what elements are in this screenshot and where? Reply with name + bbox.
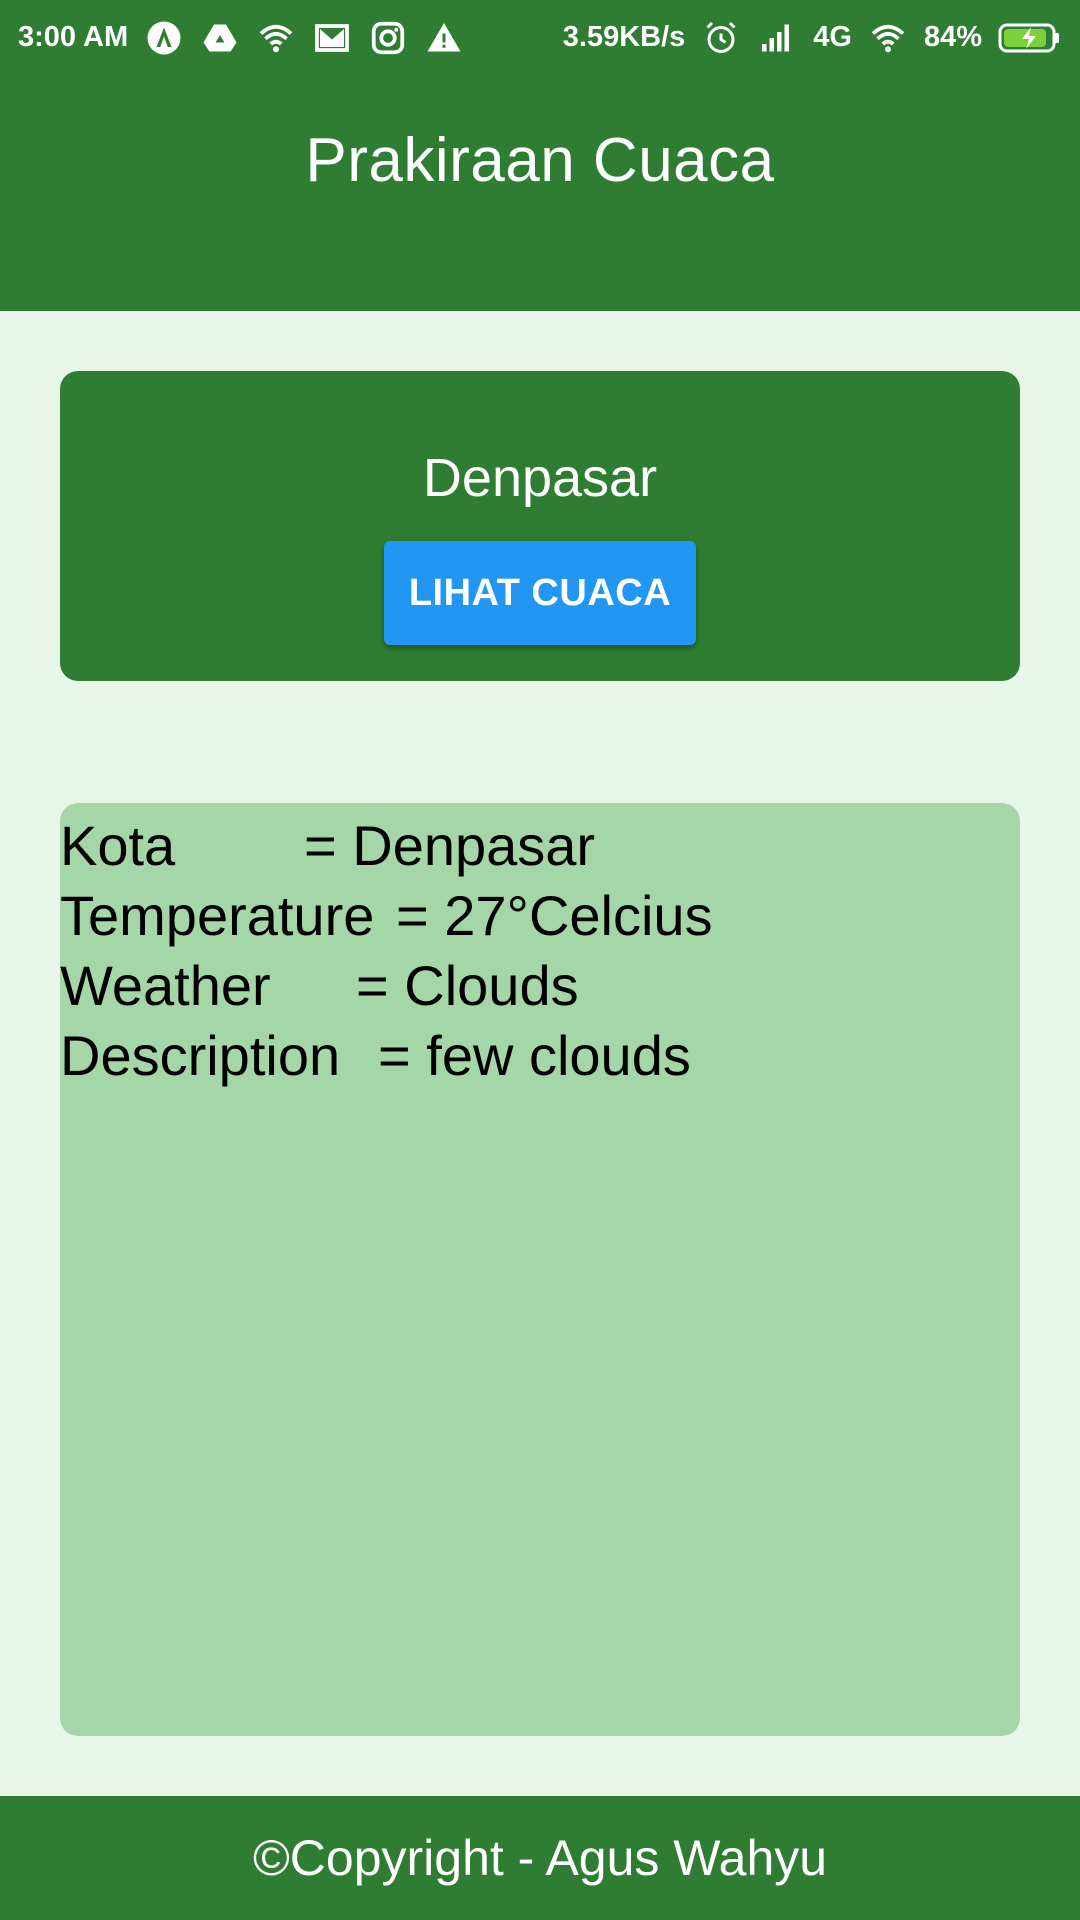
city-name: Denpasar bbox=[422, 448, 658, 508]
status-bar-right: 3.59KB/s 4G 84% bbox=[563, 18, 1062, 58]
drive-icon bbox=[200, 18, 240, 58]
row-label: Description bbox=[60, 1024, 341, 1087]
battery-icon bbox=[998, 22, 1062, 54]
copyright-text: ©Copyright - Agus Wahyu bbox=[252, 1830, 828, 1886]
weather-row-kota: Kota = Denpasar bbox=[60, 811, 1020, 881]
row-label: Temperature bbox=[60, 884, 375, 947]
row-value: Denpasar bbox=[352, 814, 596, 877]
status-time: 3:00 AM bbox=[18, 21, 129, 53]
weather-row-temperature: Temperature = 27°Celcius bbox=[60, 881, 1020, 951]
weather-row-weather: Weather = Clouds bbox=[60, 951, 1020, 1021]
warning-icon bbox=[424, 18, 464, 58]
app-bar: Prakiraan Cuaca bbox=[0, 75, 1080, 311]
app-icon bbox=[144, 18, 184, 58]
row-value: 27°Celcius bbox=[444, 884, 713, 947]
network-type: 4G bbox=[813, 21, 852, 53]
footer: ©Copyright - Agus Wahyu bbox=[0, 1796, 1080, 1920]
alarm-icon bbox=[701, 18, 741, 58]
equals-sign: = bbox=[304, 814, 353, 877]
equals-sign: = bbox=[396, 884, 445, 947]
equals-sign: = bbox=[356, 954, 405, 1017]
row-value: Clouds bbox=[404, 954, 579, 1017]
row-label: Kota bbox=[60, 814, 176, 877]
battery-percent: 84% bbox=[923, 21, 982, 53]
wifi-icon bbox=[868, 18, 908, 58]
city-card: Denpasar LIHAT CUACA bbox=[60, 371, 1020, 681]
instagram-icon bbox=[368, 18, 408, 58]
status-bar: 3:00 AM 3.59KB/s 4G 84% bbox=[0, 0, 1080, 75]
weather-row-description: Description = few clouds bbox=[60, 1021, 1020, 1091]
page-title: Prakiraan Cuaca bbox=[305, 126, 775, 195]
signal-icon bbox=[757, 18, 797, 58]
gmail-icon bbox=[312, 18, 352, 58]
wifi-link-icon bbox=[256, 18, 296, 58]
row-label: Weather bbox=[60, 954, 271, 1017]
row-value: few clouds bbox=[426, 1024, 691, 1087]
weather-result-panel: Kota = Denpasar Temperature = 27°Celcius W… bbox=[60, 803, 1020, 1736]
lihat-cuaca-button[interactable]: LIHAT CUACA bbox=[384, 541, 696, 645]
net-speed: 3.59KB/s bbox=[562, 21, 686, 53]
status-bar-left: 3:00 AM bbox=[18, 18, 464, 58]
equals-sign: = bbox=[378, 1024, 427, 1087]
